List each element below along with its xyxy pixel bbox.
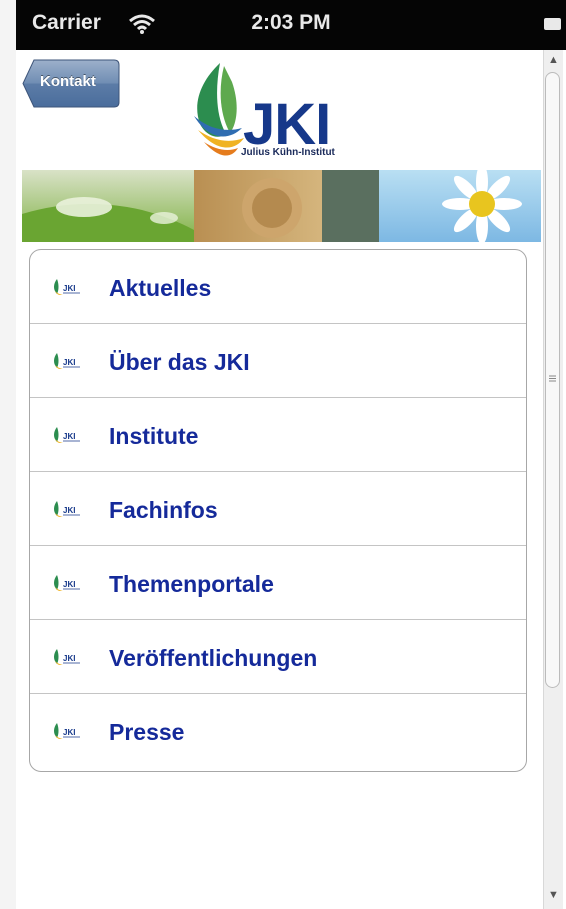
logo-subtitle: Julius Kühn-Institut xyxy=(241,147,335,158)
jki-logo-icon: JKI xyxy=(54,279,80,295)
battery-icon xyxy=(544,18,561,30)
menu-item-fachinfos[interactable]: JKI Fachinfos xyxy=(30,472,526,546)
menu-item-label: Institute xyxy=(109,423,199,449)
window-edge xyxy=(0,0,16,909)
menu-item-label: Über das JKI xyxy=(109,349,250,375)
jki-logo-icon: JKI xyxy=(54,353,80,369)
kontakt-back-label: Kontakt xyxy=(40,73,96,90)
scroll-grip-icon xyxy=(549,375,556,382)
svg-text:JKI: JKI xyxy=(63,580,75,589)
svg-text:JKI: JKI xyxy=(63,654,75,663)
svg-text:JKI: JKI xyxy=(63,728,75,737)
jki-logo-icon: JKI xyxy=(54,575,80,591)
scroll-up-arrow-icon[interactable]: ▲ xyxy=(548,54,559,66)
menu-item-label: Presse xyxy=(109,719,185,745)
menu-item-aktuelles[interactable]: JKI Aktuelles xyxy=(30,250,526,324)
status-bar: Carrier 2:03 PM xyxy=(16,0,566,50)
jki-logo-icon: JKI xyxy=(54,427,80,443)
jki-logo-icon: JKI xyxy=(54,649,80,665)
menu-item-themenportale[interactable]: JKI Themenportale xyxy=(30,546,526,620)
scroll-down-arrow-icon[interactable]: ▼ xyxy=(548,889,559,901)
jki-logo-icon: JKI xyxy=(54,501,80,517)
menu-item-label: Fachinfos xyxy=(109,497,218,523)
menu-item-label: Aktuelles xyxy=(109,275,212,301)
jki-logo-icon: JKI xyxy=(54,723,80,739)
main-menu: JKI Aktuelles JKI Über das JKI JKI Insti… xyxy=(29,249,527,772)
svg-text:JKI: JKI xyxy=(63,358,75,367)
menu-item-institute[interactable]: JKI Institute xyxy=(30,398,526,472)
menu-item-label: Veröffentlichungen xyxy=(109,645,318,671)
kontakt-back-button[interactable]: Kontakt xyxy=(22,59,120,108)
clock: 2:03 PM xyxy=(251,11,331,34)
svg-text:JKI: JKI xyxy=(63,432,75,441)
svg-text:JKI: JKI xyxy=(63,284,75,293)
menu-item-label: Themenportale xyxy=(109,571,274,597)
svg-text:JKI: JKI xyxy=(63,506,75,515)
menu-item-ueber-das-jki[interactable]: JKI Über das JKI xyxy=(30,324,526,398)
header-banner-image xyxy=(22,170,541,242)
menu-item-presse[interactable]: JKI Presse xyxy=(30,694,526,767)
menu-item-veroeffentlichungen[interactable]: JKI Veröffentlichungen xyxy=(30,620,526,694)
